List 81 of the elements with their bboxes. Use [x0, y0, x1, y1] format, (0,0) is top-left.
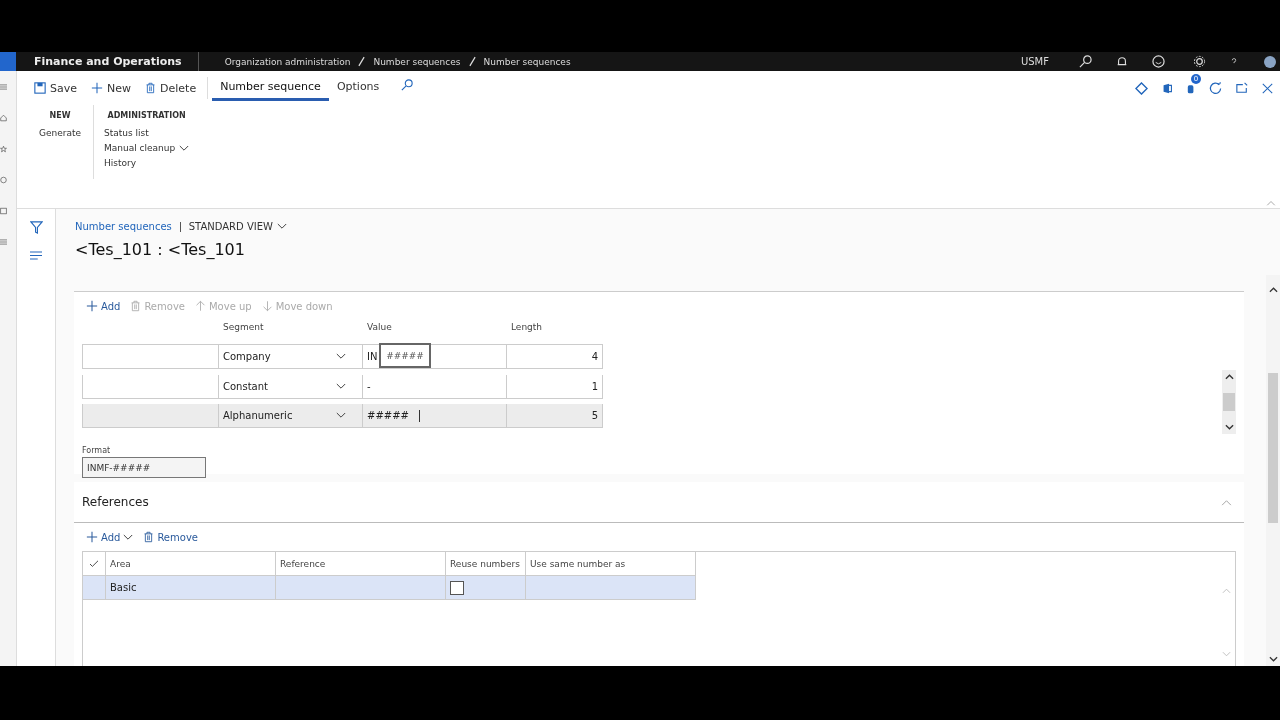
section-title: References [82, 495, 149, 509]
delete-button[interactable]: Remove [143, 531, 198, 543]
format-field[interactable]: INMF-##### [82, 457, 206, 478]
column-header: Segment [222, 322, 265, 334]
bell-icon[interactable] [1116, 55, 1128, 68]
ribbon-item[interactable]: Status list [104, 127, 149, 139]
breadcrumb-link[interactable]: Number sequences [483, 56, 571, 67]
chevron-down-icon [276, 223, 287, 230]
user-avatar[interactable] [1264, 55, 1276, 68]
ribbon-tab[interactable]: Options [328, 75, 388, 101]
chevron-down-icon [336, 382, 346, 390]
check-icon[interactable] [89, 559, 99, 568]
breadcrumb-link[interactable]: Number sequences [373, 56, 461, 67]
table-cell[interactable]: 5 [591, 410, 598, 422]
breadcrumb-link[interactable]: Number sequences [75, 221, 172, 232]
office-icon[interactable] [1162, 81, 1173, 95]
table-cell[interactable]: - [367, 380, 371, 392]
table-cell[interactable]: IN [367, 350, 378, 362]
ribbon-item[interactable]: History [104, 157, 137, 169]
ribbon-tab[interactable]: Number sequence [212, 75, 329, 101]
add-button[interactable]: New [84, 75, 138, 101]
segment-dropdown[interactable]: Constant [219, 374, 363, 399]
workspace-icon[interactable] [0, 207, 7, 215]
table-cell[interactable] [276, 576, 446, 600]
add-button[interactable]: Add [86, 300, 121, 312]
scrollbar[interactable] [1222, 370, 1236, 434]
clock-icon[interactable] [0, 176, 7, 184]
chevron-down-icon [336, 412, 346, 420]
table-cell[interactable] [526, 576, 696, 600]
chevron-right-icon [468, 56, 476, 67]
add-button[interactable]: Add [86, 531, 134, 543]
table-cell[interactable]: ##### [367, 410, 409, 422]
smiley-icon[interactable] [1152, 55, 1165, 68]
settings-icon[interactable] [1193, 55, 1206, 68]
arrow-down-icon [261, 300, 273, 312]
view-selector[interactable]: STANDARD VIEW [188, 221, 287, 232]
column-header: Length [510, 322, 544, 334]
column-header: Value [366, 322, 393, 334]
plus-icon [86, 531, 98, 543]
plus-icon [86, 300, 98, 312]
segment-dropdown[interactable]: Alphanumeric [219, 404, 363, 429]
chevron-down-icon [123, 533, 134, 541]
trash-icon [143, 531, 155, 543]
refresh-icon[interactable] [1209, 81, 1222, 95]
star-icon[interactable] [0, 145, 7, 153]
chevron-down-icon[interactable] [1268, 656, 1278, 662]
chevron-up-icon[interactable] [1224, 374, 1234, 380]
chevron-up-icon[interactable] [1268, 287, 1278, 293]
group-title: NEW [49, 111, 71, 120]
checkbox[interactable] [450, 580, 464, 595]
close-icon[interactable] [1262, 82, 1273, 94]
chevron-down-icon [336, 352, 346, 360]
scrollbar[interactable] [1266, 275, 1280, 666]
tooltip: ##### [379, 343, 431, 368]
home-icon[interactable] [0, 114, 7, 122]
search-icon[interactable] [1079, 55, 1092, 68]
table-cell[interactable]: 4 [591, 350, 598, 362]
trash-icon [130, 300, 142, 312]
chevron-down-icon[interactable] [1224, 424, 1234, 430]
save-button[interactable]: Save [27, 75, 84, 101]
save-icon [34, 82, 46, 94]
chevron-right-icon [358, 56, 366, 67]
group-title: ADMINISTRATION [107, 111, 186, 120]
page-title: <Tes_101 : <Tes_101 [75, 240, 246, 259]
popout-icon[interactable] [1236, 82, 1248, 94]
chevron-down-icon [179, 144, 190, 152]
ribbon-item[interactable]: Manual cleanup [104, 142, 190, 154]
delete-button[interactable]: Delete [138, 75, 204, 101]
arrow-up-icon [194, 300, 206, 312]
field-label: Format [82, 446, 111, 455]
trash-icon [145, 82, 156, 94]
ribbon-item[interactable]: Generate [39, 127, 82, 139]
table-cell[interactable]: 1 [591, 380, 598, 392]
diamond-icon[interactable] [1135, 81, 1148, 95]
list-icon[interactable] [30, 251, 42, 260]
table-cell[interactable]: Basic [110, 582, 137, 593]
company-label[interactable]: USMF [1020, 56, 1049, 67]
breadcrumb-link[interactable]: Organization administration [224, 56, 351, 67]
filter-icon[interactable] [29, 221, 43, 234]
plus-icon [91, 82, 103, 94]
segment-dropdown[interactable]: Company [219, 343, 363, 369]
